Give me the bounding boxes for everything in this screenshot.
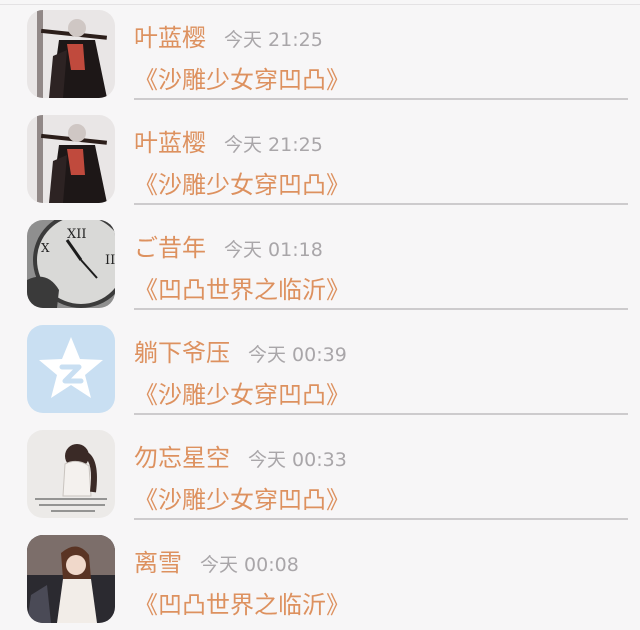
message-link[interactable]: 《沙雕少女穿凹凸》	[134, 165, 350, 200]
avatar[interactable]	[27, 325, 115, 413]
timestamp: 今天 00:08	[200, 554, 299, 576]
name-line: 躺下爷压 今天 00:39	[134, 333, 347, 367]
avatar-icon	[27, 10, 115, 98]
name-line: 叶蓝樱 今天 21:25	[134, 18, 323, 52]
svg-text:III: III	[105, 253, 115, 268]
message-link[interactable]: 《沙雕少女穿凹凸》	[134, 60, 350, 95]
avatar[interactable]	[27, 535, 115, 623]
clock-icon: XII III X	[27, 220, 115, 308]
message-link[interactable]: 《凹凸世界之临沂》	[134, 585, 350, 620]
message-link[interactable]: 《凹凸世界之临沂》	[134, 270, 350, 305]
list-item[interactable]: 叶蓝樱 今天 21:25 《沙雕少女穿凹凸》	[0, 105, 640, 210]
user-name[interactable]: 躺下爷压	[134, 333, 230, 368]
avatar-icon	[27, 430, 115, 518]
timestamp: 今天 01:18	[224, 239, 323, 261]
list-item[interactable]: 勿忘星空 今天 00:33 《沙雕少女穿凹凸》	[0, 420, 640, 525]
message-link[interactable]: 《沙雕少女穿凹凸》	[134, 480, 350, 515]
svg-text:X: X	[41, 241, 50, 255]
divider	[134, 413, 628, 415]
list-item[interactable]: 离雪 今天 00:08 《凹凸世界之临沂》	[0, 525, 640, 630]
list-item[interactable]: XII III X ご昔年 今天 01:18 《凹凸世界之临沂》	[0, 210, 640, 315]
avatar[interactable]: XII III X	[27, 220, 115, 308]
timestamp: 今天 21:25	[224, 134, 323, 156]
user-name[interactable]: ご昔年	[134, 228, 206, 263]
divider	[134, 98, 628, 100]
divider	[134, 203, 628, 205]
qzone-star-icon	[27, 325, 115, 413]
list-item[interactable]: 躺下爷压 今天 00:39 《沙雕少女穿凹凸》	[0, 315, 640, 420]
list-item[interactable]: 叶蓝樱 今天 21:25 《沙雕少女穿凹凸》	[0, 0, 640, 105]
name-line: ご昔年 今天 01:18	[134, 228, 323, 262]
name-line: 离雪 今天 00:08	[134, 543, 299, 577]
avatar-icon	[27, 535, 115, 623]
timestamp: 今天 21:25	[224, 29, 323, 51]
avatar-icon	[27, 115, 115, 203]
timestamp: 今天 00:39	[248, 344, 347, 366]
name-line: 勿忘星空 今天 00:33	[134, 438, 347, 472]
user-name[interactable]: 勿忘星空	[134, 438, 230, 473]
avatar[interactable]	[27, 10, 115, 98]
user-name[interactable]: 离雪	[134, 543, 182, 578]
timestamp: 今天 00:33	[248, 449, 347, 471]
name-line: 叶蓝樱 今天 21:25	[134, 123, 323, 157]
message-link[interactable]: 《沙雕少女穿凹凸》	[134, 375, 350, 410]
divider	[134, 518, 628, 520]
avatar[interactable]	[27, 115, 115, 203]
feed-list: 叶蓝樱 今天 21:25 《沙雕少女穿凹凸》 叶蓝樱 今天 21:25 《沙雕少…	[0, 0, 640, 623]
user-name[interactable]: 叶蓝樱	[134, 18, 206, 53]
avatar[interactable]	[27, 430, 115, 518]
user-name[interactable]: 叶蓝樱	[134, 123, 206, 158]
svg-text:XII: XII	[67, 227, 87, 242]
divider	[134, 308, 628, 310]
